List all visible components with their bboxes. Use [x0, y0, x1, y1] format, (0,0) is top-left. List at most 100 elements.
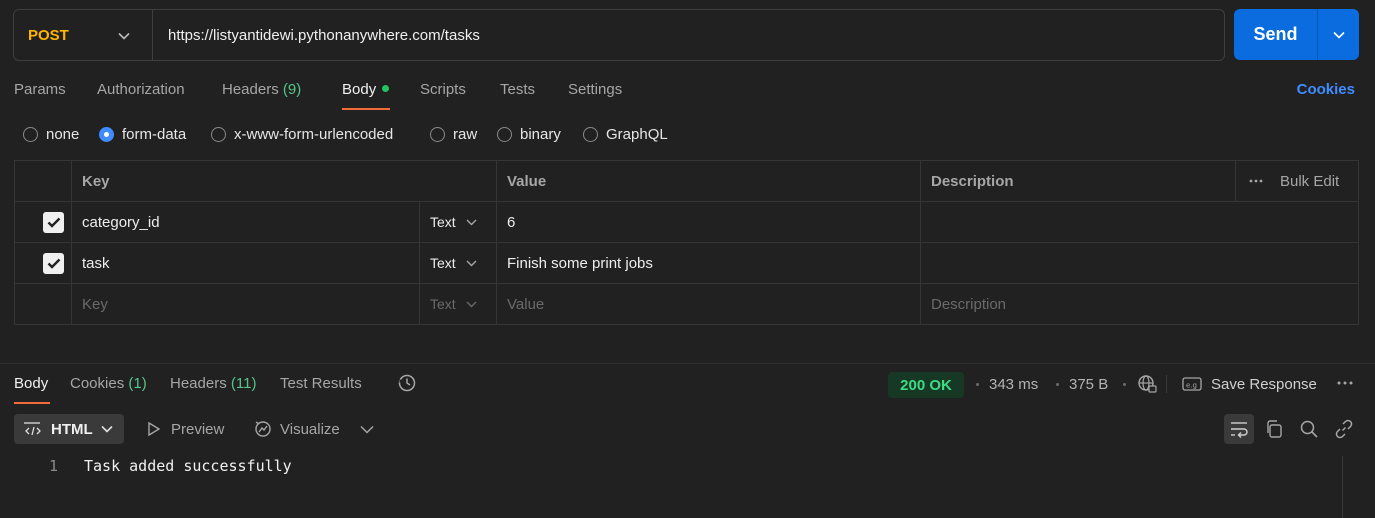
chevron-down-icon	[360, 425, 374, 434]
send-options-button[interactable]	[1318, 9, 1359, 60]
radio-label: raw	[453, 126, 478, 143]
response-divider[interactable]	[0, 363, 1375, 364]
form-data-table: Key Value Description Bulk Edit category…	[14, 160, 1359, 325]
preview-button[interactable]: Preview	[147, 414, 224, 444]
resp-tab-cookies-label: Cookies	[70, 375, 125, 392]
table-header-row: Key Value Description Bulk Edit	[15, 161, 1358, 202]
bulk-edit-button[interactable]: Bulk Edit	[1280, 161, 1339, 201]
method-label: POST	[28, 26, 69, 44]
send-button-group: Send	[1234, 9, 1359, 60]
copy-icon[interactable]	[1259, 414, 1289, 444]
visualize-icon	[255, 421, 271, 437]
request-url-bar: POST https://listyantidewi.pythonanywher…	[13, 9, 1225, 61]
status-badge[interactable]: 200 OK	[888, 372, 964, 398]
header-key: Key	[82, 172, 110, 190]
resp-tab-body[interactable]: Body	[14, 374, 48, 394]
more-options-icon[interactable]	[1336, 374, 1354, 396]
headers-count: (11)	[230, 375, 257, 392]
tab-body[interactable]: Body	[342, 80, 390, 100]
response-body-text[interactable]: Task added successfully	[84, 457, 292, 475]
tab-headers-label: Headers	[222, 81, 279, 98]
body-indicator-dot	[382, 84, 390, 92]
chevron-down-icon	[118, 27, 130, 44]
radio-form-data[interactable]: form-data	[99, 126, 186, 143]
line-number: 1	[49, 457, 59, 475]
tab-settings[interactable]: Settings	[568, 80, 622, 100]
key-cell[interactable]: category_id	[82, 202, 160, 242]
type-label: Text	[430, 296, 456, 312]
send-button[interactable]: Send	[1234, 9, 1318, 60]
resp-tab-test-results[interactable]: Test Results	[280, 374, 362, 394]
description-placeholder[interactable]: Description	[931, 284, 1006, 324]
type-select[interactable]: Text	[430, 243, 477, 283]
svg-text:e.g: e.g	[1186, 382, 1197, 390]
resp-tab-cookies[interactable]: Cookies (1)	[70, 374, 147, 394]
radio-raw[interactable]: raw	[430, 126, 477, 143]
tab-params[interactable]: Params	[14, 80, 66, 100]
tab-scripts[interactable]: Scripts	[420, 80, 466, 100]
radio-label: binary	[520, 126, 561, 143]
value-placeholder[interactable]: Value	[507, 284, 544, 324]
visualize-label: Visualize	[280, 420, 340, 438]
format-selector[interactable]: HTML	[14, 414, 124, 444]
column-divider	[419, 284, 420, 324]
headers-count: (9)	[282, 81, 302, 98]
response-time[interactable]: 343 ms	[989, 376, 1038, 393]
type-select[interactable]: Text	[430, 202, 477, 242]
active-tab-indicator	[342, 108, 390, 110]
radio-circle	[211, 127, 226, 142]
header-value: Value	[507, 172, 547, 190]
response-toolbar: HTML Preview Visualize	[14, 414, 1361, 444]
row-checkbox[interactable]	[43, 243, 64, 283]
search-icon[interactable]	[1294, 414, 1324, 444]
radio-circle-selected	[99, 127, 114, 142]
response-size[interactable]: 375 B	[1069, 376, 1108, 393]
more-options-icon[interactable]	[1249, 161, 1263, 201]
key-placeholder[interactable]: Key	[82, 284, 108, 324]
value-cell[interactable]: Finish some print jobs	[507, 243, 653, 283]
tab-headers[interactable]: Headers (9)	[222, 80, 301, 100]
tab-tests[interactable]: Tests	[500, 80, 535, 100]
radio-graphql[interactable]: GraphQL	[583, 126, 668, 143]
resp-tab-headers[interactable]: Headers (11)	[170, 374, 256, 394]
response-line: 1 Task added successfully	[0, 457, 1375, 477]
tab-authorization[interactable]: Authorization	[97, 80, 185, 100]
cookies-count: (1)	[128, 375, 147, 392]
radio-binary[interactable]: binary	[497, 126, 561, 143]
radio-label: GraphQL	[606, 126, 668, 143]
radio-urlencoded[interactable]: x-www-form-urlencoded	[211, 126, 393, 143]
table-row-empty: Key Text Value Description	[15, 284, 1358, 324]
code-icon	[24, 422, 41, 436]
resp-tab-headers-label: Headers	[170, 375, 227, 392]
chevron-down-icon	[101, 425, 113, 433]
column-divider	[419, 243, 420, 283]
radio-circle	[583, 127, 598, 142]
url-input[interactable]: https://listyantidewi.pythonanywhere.com…	[153, 27, 480, 44]
visualize-options-button[interactable]	[360, 414, 374, 444]
separator-dot	[1123, 383, 1126, 386]
save-response-button[interactable]: Save Response	[1211, 376, 1317, 393]
history-icon[interactable]	[397, 373, 417, 399]
row-checkbox[interactable]	[43, 202, 64, 242]
wrap-lines-icon[interactable]	[1224, 414, 1254, 444]
key-cell[interactable]: task	[82, 243, 110, 283]
radio-label: form-data	[122, 126, 187, 143]
value-cell[interactable]: 6	[507, 202, 515, 242]
tab-body-label: Body	[342, 81, 377, 98]
chevron-down-icon	[466, 219, 477, 225]
visualize-button[interactable]: Visualize	[253, 414, 340, 444]
radio-circle	[497, 127, 512, 142]
link-icon[interactable]	[1329, 414, 1359, 444]
type-label: Text	[430, 255, 456, 271]
table-row: task Text Finish some print jobs	[15, 243, 1358, 284]
type-select[interactable]: Text	[430, 284, 477, 324]
method-selector[interactable]: POST	[14, 10, 153, 60]
request-tabs: Params Authorization Headers (9) Body Sc…	[14, 80, 1355, 110]
checkbox-checked	[43, 252, 64, 274]
radio-label: x-www-form-urlencoded	[234, 126, 394, 143]
save-response-icon[interactable]: e.g	[1182, 375, 1202, 397]
scrollbar[interactable]	[1342, 456, 1343, 518]
radio-none[interactable]: none	[23, 126, 79, 143]
network-globe-icon[interactable]	[1137, 374, 1157, 398]
cookies-link[interactable]: Cookies	[1297, 80, 1355, 100]
